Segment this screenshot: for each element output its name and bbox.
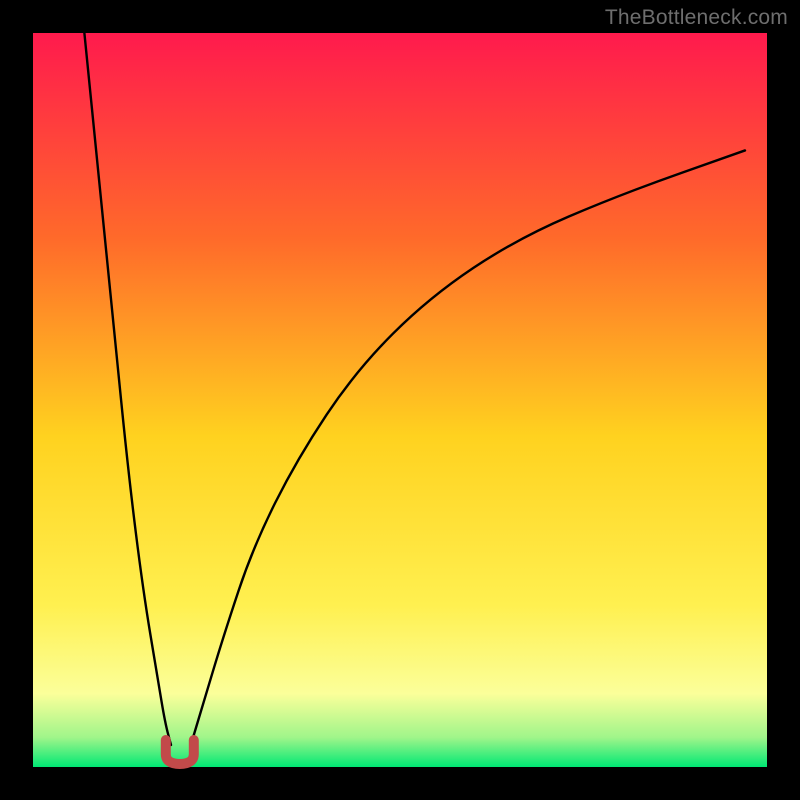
watermark-text: TheBottleneck.com: [605, 6, 788, 30]
chart-stage: TheBottleneck.com: [0, 0, 800, 800]
plot-frame-bottom: [0, 767, 800, 800]
plot-frame-left: [0, 0, 33, 800]
chart-svg: [0, 0, 800, 800]
plot-background: [33, 33, 767, 767]
plot-frame-right: [767, 0, 800, 800]
